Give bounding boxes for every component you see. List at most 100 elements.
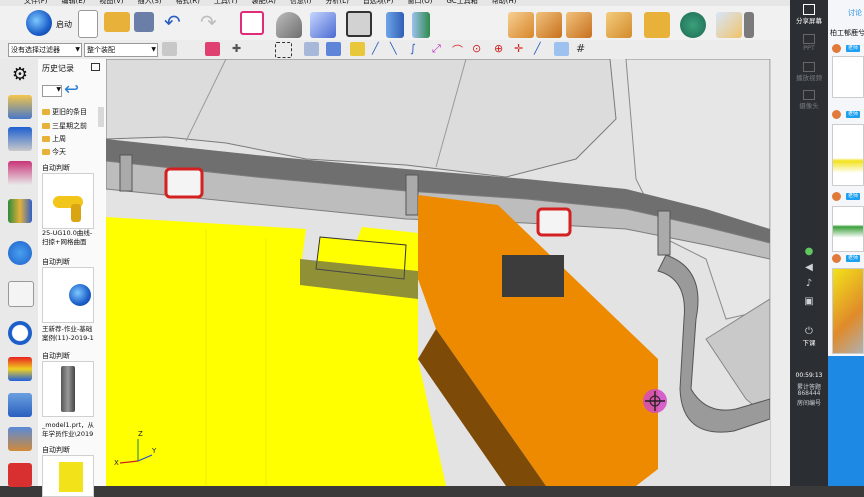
folder-last-week[interactable]: 上周: [42, 134, 66, 144]
chat-model-image[interactable]: [832, 268, 864, 354]
end-class-button[interactable]: ⏻ 下课: [790, 326, 828, 347]
menu-item[interactable]: 编辑(E): [62, 0, 86, 5]
nx-logo-icon[interactable]: [26, 10, 52, 36]
chat-input-area[interactable]: [828, 356, 864, 486]
menu-item[interactable]: 信息(I): [290, 0, 312, 5]
music-icon[interactable]: ♪: [790, 278, 828, 289]
class-timer: 00:59:13: [795, 372, 823, 379]
part-thumbnail-1[interactable]: [42, 173, 94, 229]
snap-intersection-icon[interactable]: ⤢: [432, 42, 447, 56]
system-scene-icon[interactable]: [8, 463, 32, 487]
history-clock-icon[interactable]: [8, 321, 32, 345]
shaded-view-icon[interactable]: [276, 12, 302, 38]
resource-bar: ⚙: [0, 59, 39, 487]
menu-item[interactable]: 格式(R): [176, 0, 200, 5]
menu-item[interactable]: 工具(T): [214, 0, 238, 5]
mic-icon[interactable]: ●: [790, 246, 828, 257]
menu-item[interactable]: 视图(V): [99, 0, 123, 5]
point-snap-icon[interactable]: ✚: [232, 42, 247, 56]
snap-arc-center-icon[interactable]: ⌒: [452, 42, 467, 57]
settings-icon[interactable]: ⚙: [8, 63, 32, 87]
solid-cube-icon[interactable]: [310, 12, 336, 38]
save-icon[interactable]: [134, 12, 154, 32]
snap-control-icon[interactable]: ∫: [410, 42, 425, 56]
process-studio-icon[interactable]: [8, 393, 32, 417]
select-feature-icon[interactable]: [326, 42, 341, 56]
delete-body-icon[interactable]: [566, 12, 592, 38]
part-navigator-icon[interactable]: [8, 161, 32, 185]
part-thumbnail-4[interactable]: [42, 455, 94, 497]
reuse-library-icon[interactable]: [8, 199, 32, 223]
snap-point-on-curve-icon[interactable]: ╱: [534, 42, 549, 56]
folder-today[interactable]: 今天: [42, 147, 66, 157]
menu-item[interactable]: 文件(F): [24, 0, 48, 5]
snap-center-icon[interactable]: ⊙: [472, 42, 487, 56]
menu-item[interactable]: 装配(A): [252, 0, 276, 5]
gray-part-preview-icon: [61, 366, 75, 412]
roles-icon[interactable]: [8, 427, 32, 451]
chat-header[interactable]: 讨论: [848, 8, 862, 18]
snap-line-icon[interactable]: ╱: [372, 42, 387, 56]
menu-item[interactable]: 窗口(O): [408, 0, 433, 5]
graphics-viewport[interactable]: Z X Y: [106, 59, 770, 486]
edit-section-icon[interactable]: [412, 12, 430, 38]
new-file-icon[interactable]: [78, 10, 98, 38]
menu-item[interactable]: GC工具箱: [446, 0, 477, 5]
hole-icon[interactable]: [744, 12, 754, 38]
chat-green-image[interactable]: [832, 206, 864, 252]
web-browser-icon[interactable]: [8, 281, 34, 307]
snap-existing-point-icon[interactable]: ✛: [514, 42, 529, 56]
fit-view-icon[interactable]: [240, 11, 264, 35]
panel-maximize-icon[interactable]: [91, 63, 100, 71]
gift-icon[interactable]: ▣: [790, 296, 828, 307]
back-arrow-icon[interactable]: ↩: [64, 79, 79, 100]
chat-image[interactable]: [832, 56, 864, 98]
select-all-icon[interactable]: [205, 42, 220, 56]
play-video-button[interactable]: 播放视频: [790, 62, 828, 82]
chat-sketch-image[interactable]: [832, 124, 864, 186]
constraint-navigator-icon[interactable]: [8, 127, 32, 151]
select-box-icon[interactable]: [275, 42, 292, 58]
camera-button[interactable]: 摄像头: [790, 90, 828, 110]
share-screen-button[interactable]: 分享屏幕: [790, 4, 828, 25]
pattern-icon[interactable]: [644, 12, 670, 38]
assembly-scope-dropdown[interactable]: 整个装配 ▼: [84, 43, 158, 57]
tree-scrollbar[interactable]: [98, 107, 104, 127]
grid-icon[interactable]: #: [576, 42, 591, 56]
model-view: Z X Y: [106, 59, 770, 486]
menu-item[interactable]: 插入(S): [138, 0, 162, 5]
part-thumbnail-2[interactable]: [42, 267, 94, 323]
box-icon[interactable]: [508, 12, 534, 38]
offset-face-icon[interactable]: [716, 12, 742, 38]
folder-older[interactable]: 更旧的条目: [42, 107, 87, 117]
folder-three-weeks[interactable]: 三星期之前: [42, 121, 87, 131]
viewport-scrollbar[interactable]: [770, 59, 791, 486]
snap-quadrant-icon[interactable]: ⊕: [494, 42, 509, 56]
snap-endpoint-icon[interactable]: [350, 42, 365, 56]
history-view-dropdown[interactable]: ▼: [42, 85, 62, 97]
snap-face-icon[interactable]: [554, 42, 569, 56]
volume-icon[interactable]: ◀: [790, 262, 828, 273]
assembly-navigator-icon[interactable]: [8, 95, 32, 119]
menu-item[interactable]: 首选项(P): [363, 0, 394, 5]
menu-item[interactable]: 帮助(H): [492, 0, 517, 5]
cylinder-icon[interactable]: [536, 12, 562, 38]
hd3d-icon[interactable]: [8, 241, 32, 265]
ppt-button[interactable]: PPT: [790, 34, 828, 52]
selection-filter-dropdown[interactable]: 没有选择过滤器 ▼: [8, 43, 82, 57]
classroom-sidebar: 分享屏幕 PPT 播放视频 摄像头 ● ◀ ♪ ▣ ⏻ 下课 00:59:13 …: [790, 0, 828, 486]
open-folder-icon[interactable]: [104, 12, 130, 32]
select-body-icon[interactable]: [304, 42, 319, 56]
undo-icon[interactable]: ↶: [164, 12, 190, 38]
menu-item[interactable]: 分析(L): [325, 0, 348, 5]
unite-icon[interactable]: [680, 12, 706, 38]
system-materials-icon[interactable]: [8, 357, 32, 381]
extrude-icon[interactable]: [606, 12, 632, 38]
part-thumbnail-3[interactable]: [42, 361, 94, 417]
clip-section-icon[interactable]: [386, 12, 404, 38]
background-color-icon[interactable]: [346, 11, 372, 37]
start-button[interactable]: 启动: [56, 19, 72, 30]
filter-icon[interactable]: [162, 42, 177, 56]
redo-icon[interactable]: ↷: [200, 12, 226, 38]
snap-midpoint-icon[interactable]: ╲: [390, 42, 405, 56]
